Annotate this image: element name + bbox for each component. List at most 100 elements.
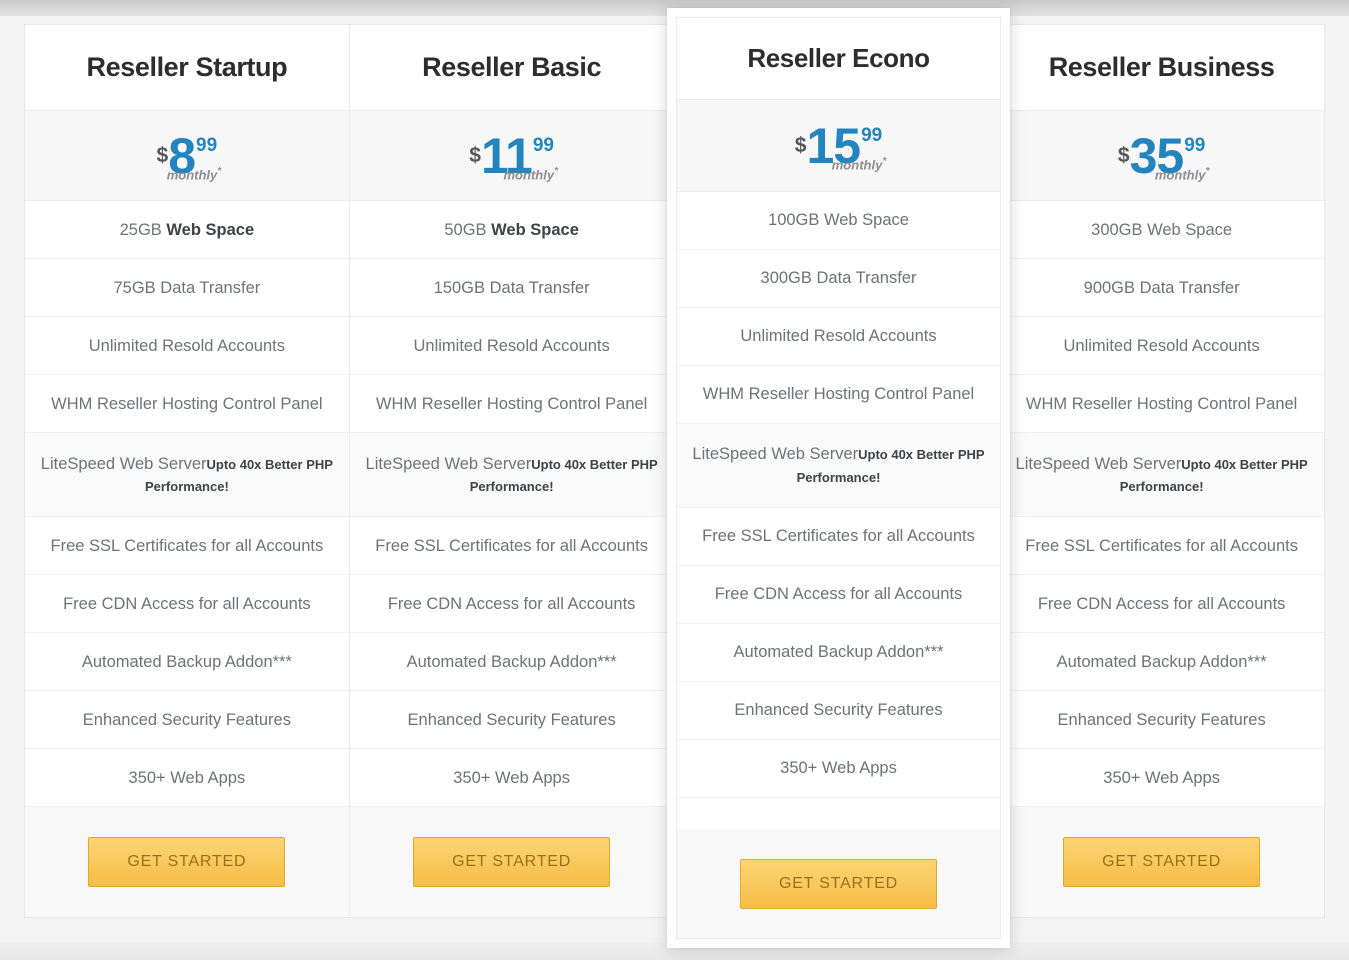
plan-feature-text: WHM Reseller Hosting Control Panel bbox=[51, 393, 322, 415]
plan-feature-row: Unlimited Resold Accounts bbox=[25, 317, 349, 376]
feature-main-text: WHM Reseller Hosting Control Panel bbox=[702, 385, 975, 404]
plan-feature-row: Free CDN Access for all Accounts bbox=[349, 575, 674, 634]
feature-main-text: Free CDN Access for all Accounts bbox=[1037, 594, 1286, 613]
price-cents: 99 bbox=[861, 124, 883, 146]
plan-feature-text: Free SSL Certificates for all Accounts bbox=[1025, 535, 1298, 557]
plan-feature-text: 100GB Web Space bbox=[768, 209, 909, 231]
plan-feature-row: Unlimited Resold Accounts bbox=[999, 317, 1324, 376]
plan-feature-list: 50GB Web Space 150GB Data Transfer Unlimit… bbox=[349, 201, 674, 808]
plan-feature-text: 350+ Web Apps bbox=[129, 767, 246, 789]
plan-feature-text: 350+ Web Apps bbox=[1103, 767, 1220, 789]
plan-feature-row: Enhanced Security Features bbox=[25, 691, 349, 750]
plan-feature-row: Automated Backup Addon*** bbox=[25, 633, 349, 692]
feature-main-text: 350+ Web Apps bbox=[1103, 768, 1220, 787]
plan-feature-text: WHM Reseller Hosting Control Panel bbox=[703, 383, 974, 405]
plan-feature-text: Unlimited Resold Accounts bbox=[1063, 335, 1259, 357]
plan-feature-row: 150GB Data Transfer bbox=[349, 259, 674, 318]
plan-feature-list: 300GB Web Space 900GB Data Transfer Unlimi… bbox=[999, 201, 1324, 808]
feature-main-text: Unlimited Resold Accounts bbox=[88, 336, 285, 355]
plan-feature-text: 50GB Web Space bbox=[444, 219, 579, 241]
plan-feature-text: Free CDN Access for all Accounts bbox=[715, 583, 963, 605]
price-currency-symbol: $ bbox=[469, 143, 481, 167]
price-period-label: monthly* bbox=[832, 156, 886, 172]
price-currency-symbol: $ bbox=[156, 143, 169, 167]
plan-feature-row: LiteSpeed Web ServerUpto 40x Better PHP … bbox=[999, 433, 1324, 518]
feature-quota-value: 50GB bbox=[444, 220, 487, 239]
plan-feature-row: 300GB Data Transfer bbox=[677, 250, 1000, 308]
plan-column: Reseller Business $35 99 monthly* 300GB Web … bbox=[999, 25, 1324, 918]
feature-main-text: 75GB Data Transfer bbox=[113, 278, 261, 297]
plan-feature-text: Free SSL Certificates for all Accounts bbox=[702, 525, 975, 547]
feature-main-text: Free CDN Access for all Accounts bbox=[714, 585, 963, 604]
price-cents: 99 bbox=[196, 134, 218, 156]
plan-cta-row: GET STARTED bbox=[999, 807, 1324, 918]
feature-main-text: WHM Reseller Hosting Control Panel bbox=[1025, 394, 1298, 413]
plan-feature-text: Free CDN Access for all Accounts bbox=[63, 593, 311, 615]
plan-column: Reseller Startup $8 99 monthly* 25GB Web Spa… bbox=[25, 25, 350, 918]
feature-main-text: 350+ Web Apps bbox=[128, 768, 246, 787]
feature-main-text: Automated Backup Addon*** bbox=[1056, 652, 1267, 671]
plan-header: Reseller Econo bbox=[677, 18, 1000, 100]
plan-feature-text: Automated Backup Addon*** bbox=[733, 641, 943, 663]
plan-name: Reseller Startup bbox=[86, 51, 288, 82]
plan-feature-row: 350+ Web Apps bbox=[999, 749, 1324, 808]
feature-main-text: LiteSpeed Web Server bbox=[1015, 454, 1182, 473]
plan-feature-text: Automated Backup Addon*** bbox=[1057, 651, 1267, 673]
plan-feature-text: Unlimited Resold Accounts bbox=[413, 335, 609, 357]
price-currency-symbol: $ bbox=[1117, 143, 1130, 167]
price-period-asterisk: * bbox=[554, 166, 558, 178]
plan-feature-text: Automated Backup Addon*** bbox=[82, 651, 292, 673]
plan-feature-row: Unlimited Resold Accounts bbox=[349, 317, 674, 376]
plan-feature-text: 25GB Web Space bbox=[120, 219, 255, 241]
plan-feature-text: 300GB Data Transfer bbox=[761, 267, 917, 289]
feature-main-text: Enhanced Security Features bbox=[734, 701, 943, 720]
feature-main-text: Enhanced Security Features bbox=[1057, 710, 1266, 729]
plan-feature-row: Enhanced Security Features bbox=[677, 682, 1000, 740]
plan-feature-row: Automated Backup Addon*** bbox=[349, 633, 674, 692]
feature-main-text: Automated Backup Addon*** bbox=[81, 652, 292, 671]
plan-header: Reseller Startup bbox=[25, 25, 349, 112]
plan-feature-row: 350+ Web Apps bbox=[25, 749, 349, 808]
feature-main-text: Automated Backup Addon*** bbox=[733, 643, 944, 662]
feature-main-text: WHM Reseller Hosting Control Panel bbox=[51, 394, 323, 413]
plan-feature-row: 350+ Web Apps bbox=[677, 740, 1000, 798]
plan-name: Reseller Econo bbox=[747, 43, 930, 74]
get-started-button[interactable]: GET STARTED bbox=[413, 837, 611, 888]
get-started-button[interactable]: GET STARTED bbox=[88, 837, 286, 888]
price-period-asterisk: * bbox=[217, 166, 222, 178]
price-period-asterisk: * bbox=[882, 156, 887, 168]
plan-feature-text: LiteSpeed Web ServerUpto 40x Better PHP … bbox=[1011, 453, 1312, 498]
plan-feature-row: Free CDN Access for all Accounts bbox=[25, 575, 349, 634]
price-period-text: monthly bbox=[166, 167, 218, 183]
plan-name: Reseller Business bbox=[1048, 51, 1275, 82]
plan-feature-text: Free SSL Certificates for all Accounts bbox=[51, 535, 324, 557]
plan-feature-row: Enhanced Security Features bbox=[349, 691, 674, 750]
plan-feature-row: 900GB Data Transfer bbox=[999, 259, 1324, 318]
plan-feature-text: Automated Backup Addon*** bbox=[407, 651, 617, 673]
plan-feature-text: LiteSpeed Web ServerUpto 40x Better PHP … bbox=[362, 453, 662, 498]
plan-feature-row: Free SSL Certificates for all Accounts bbox=[25, 517, 349, 576]
plan-feature-row: LiteSpeed Web ServerUpto 40x Better PHP … bbox=[677, 424, 1000, 508]
plan-header: Reseller Basic bbox=[349, 25, 674, 112]
plan-feature-text: 300GB Web Space bbox=[1091, 219, 1232, 241]
plan-feature-text: 150GB Data Transfer bbox=[434, 277, 590, 299]
get-started-button[interactable]: GET STARTED bbox=[1063, 837, 1261, 888]
plan-feature-row: Free SSL Certificates for all Accounts bbox=[349, 517, 674, 576]
plan-price-block: $11 99 monthly* bbox=[349, 111, 674, 202]
plan-feature-text: 350+ Web Apps bbox=[780, 757, 897, 779]
feature-main-text: LiteSpeed Web Server bbox=[40, 454, 207, 473]
feature-main-text: LiteSpeed Web Server bbox=[365, 454, 532, 473]
plan-feature-row: 50GB Web Space bbox=[349, 201, 674, 260]
plan-feature-row: 100GB Web Space bbox=[677, 192, 1000, 250]
price-period-label: monthly* bbox=[504, 166, 558, 182]
feature-main-text: Unlimited Resold Accounts bbox=[413, 336, 610, 355]
feature-main-text: 300GB Data Transfer bbox=[760, 269, 917, 288]
get-started-button[interactable]: GET STARTED bbox=[739, 859, 938, 909]
plan-name: Reseller Basic bbox=[422, 51, 602, 82]
feature-main-text: Free SSL Certificates for all Accounts bbox=[375, 536, 648, 555]
feature-quota-label: Web Space bbox=[161, 220, 255, 239]
plan-feature-row: Free SSL Certificates for all Accounts bbox=[677, 508, 1000, 566]
feature-quota-label: Web Space bbox=[486, 220, 579, 239]
plan-feature-row: Free CDN Access for all Accounts bbox=[999, 575, 1324, 634]
feature-main-text: WHM Reseller Hosting Control Panel bbox=[375, 394, 648, 413]
